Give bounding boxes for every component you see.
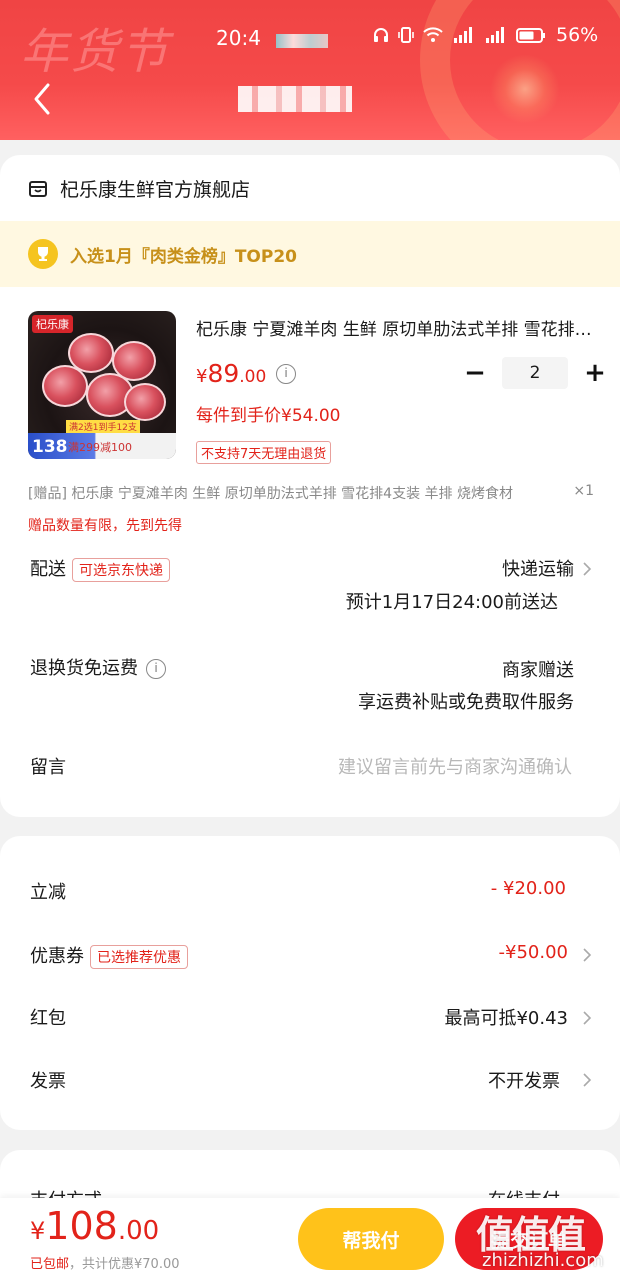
total-integer: 108	[45, 1204, 118, 1248]
delivery-label: 配送	[30, 559, 66, 580]
firework-decoration	[490, 54, 560, 124]
chevron-right-icon[interactable]	[582, 1010, 592, 1026]
saving-text: ，共计优惠¥70.00	[69, 1257, 180, 1272]
total-symbol: ¥	[30, 1217, 46, 1245]
total-decimal: .00	[117, 1216, 160, 1246]
image-promo: 满2选1到手12支	[66, 420, 140, 433]
store-header[interactable]: 杞乐康生鲜官方旗舰店	[28, 175, 250, 202]
wifi-icon	[423, 27, 443, 42]
coupon-row-label: 优惠券 已选推荐优惠	[30, 942, 188, 969]
return-shipping-label-row: 退换货免运费 i	[30, 654, 166, 680]
image-meat	[124, 383, 166, 421]
plus-button[interactable]: +	[580, 357, 610, 389]
rank-banner[interactable]: 入选1月『肉类金榜』TOP20	[0, 221, 620, 287]
battery-percent: 56%	[556, 24, 599, 46]
product-price: ¥ 89 .00	[196, 359, 266, 388]
total-price: ¥ 108 .00	[30, 1204, 159, 1248]
per-item-price: 每件到手价¥54.00	[196, 406, 341, 426]
red-packet-label: 红包	[30, 1008, 66, 1029]
invoice-value[interactable]: 不开发票	[488, 1067, 560, 1093]
gift-limit-note: 赠品数量有限，先到先得	[28, 518, 182, 534]
message-label: 留言	[30, 757, 66, 778]
delivery-method[interactable]: 快递运输	[502, 555, 574, 581]
minus-button[interactable]: −	[460, 357, 490, 389]
coupon-value[interactable]: -¥50.00	[499, 942, 568, 963]
image-brand-tag: 杞乐康	[32, 315, 73, 333]
status-icons: 56%	[372, 24, 598, 46]
header: 年货节 20:4 56%	[0, 0, 620, 140]
battery-icon	[516, 28, 545, 43]
coupon-tag: 已选推荐优惠	[90, 945, 188, 969]
invoice-label: 发票	[30, 1071, 66, 1092]
status-time: 20:4	[216, 26, 261, 50]
price-symbol: ¥	[196, 366, 208, 387]
delivery-row-label: 配送 可选京东快递	[30, 555, 170, 582]
signal-icon	[454, 27, 472, 43]
chevron-right-icon[interactable]	[582, 1072, 592, 1088]
chevron-right-icon[interactable]	[582, 561, 592, 577]
message-input[interactable]: 建议留言前先与商家沟通确认	[338, 753, 572, 779]
store-icon	[29, 180, 47, 197]
vibrate-icon	[398, 27, 414, 43]
product-image[interactable]: 杞乐康 满2选1到手12支 138 满299减100	[28, 311, 176, 459]
quantity-value[interactable]: 2	[502, 357, 568, 389]
price-integer: 89	[207, 359, 240, 388]
back-arrow-icon[interactable]	[30, 82, 54, 116]
submit-order-button[interactable]: 提交订单	[455, 1208, 603, 1270]
signal-icon-2	[486, 27, 504, 43]
discount-card: 立减 - ¥20.00 优惠券 已选推荐优惠 -¥50.00 红包 最高可抵¥0.…	[0, 836, 620, 1130]
delivery-eta: 预计1月17日24:00前送达	[345, 592, 558, 613]
image-price: 138	[32, 437, 68, 457]
price-decimal: .00	[239, 367, 267, 387]
return-shipping-sub: 享运费补贴或免费取件服务	[358, 692, 574, 713]
return-shipping-value: 商家赠送	[502, 660, 574, 681]
return-shipping-label: 退换货免运费	[30, 658, 138, 679]
price-info-icon[interactable]: i	[276, 364, 296, 384]
trophy-icon	[28, 239, 58, 269]
return-info-icon[interactable]: i	[146, 659, 166, 679]
red-packet-value[interactable]: 最高可抵¥0.43	[444, 1004, 568, 1030]
gift-text: [赠品] 杞乐康 宁夏滩羊肉 生鲜 原切单肋法式羊排 雪花排4支装 羊排 烧烤食…	[28, 486, 513, 502]
coupon-label: 优惠券	[30, 946, 84, 967]
instant-discount-label: 立减	[30, 882, 66, 903]
gift-line[interactable]: [赠品] 杞乐康 宁夏滩羊肉 生鲜 原切单肋法式羊排 雪花排4支装 羊排 烧烤食…	[28, 483, 594, 503]
total-summary: 已包邮，共计优惠¥70.00	[30, 1253, 180, 1272]
rank-text: 入选1月『肉类金榜』TOP20	[70, 246, 297, 267]
image-meat	[42, 365, 88, 407]
headphones-icon	[374, 28, 388, 42]
image-price-tag: 满299减100	[68, 441, 132, 454]
chevron-right-icon[interactable]	[582, 947, 592, 963]
instant-discount-value: - ¥20.00	[490, 878, 566, 899]
checkout-bar: ¥ 108 .00 已包邮，共计优惠¥70.00 帮我付 提交订单	[0, 1198, 620, 1279]
shipping-free-text: 已包邮	[30, 1257, 70, 1272]
quantity-stepper: − 2 +	[460, 357, 610, 389]
help-pay-button[interactable]: 帮我付	[298, 1208, 444, 1270]
delivery-tag: 可选京东快递	[72, 558, 170, 582]
festival-logo: 年货节	[20, 24, 171, 80]
store-name: 杞乐康生鲜官方旗舰店	[60, 179, 251, 201]
no-return-badge: 不支持7天无理由退货	[196, 441, 332, 464]
page-title-blurred	[238, 86, 352, 112]
status-blurred	[276, 34, 328, 48]
gift-quantity: ×1	[573, 483, 594, 499]
product-title[interactable]: 杞乐康 宁夏滩羊肉 生鲜 原切单肋法式羊排 雪花排4支装 羊排 烧烤食材	[196, 315, 596, 340]
order-store-card: 杞乐康生鲜官方旗舰店 入选1月『肉类金榜』TOP20 杞乐康 满2选1到手12支…	[0, 155, 620, 817]
